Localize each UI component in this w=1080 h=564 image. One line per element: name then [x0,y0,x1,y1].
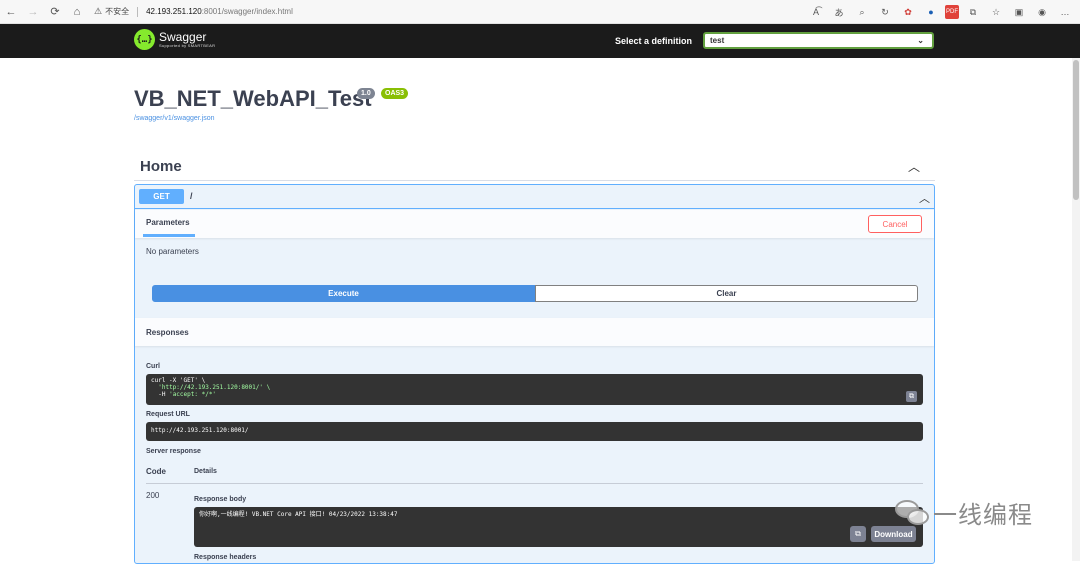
request-url-label: Request URL [146,411,190,418]
scrollbar-thumb[interactable] [1073,60,1079,200]
curl-code-block[interactable]: curl -X 'GET' \ 'http://42.193.251.120:8… [146,374,923,405]
address-bar[interactable]: ⚠ 不安全 42.193.251.120 :8001/swagger/index… [94,3,293,21]
read-aloud-icon[interactable]: A͡ [807,3,825,21]
curl-line-3-flag: -H [158,391,170,398]
swagger-logo-subtitle: Supported by SMARTBEAR [159,43,216,48]
response-body-text: 你好啊,一线编程! VB.NET Core API 接口! 04/23/2022… [199,511,398,518]
swagger-topbar: {…} Swagger Supported by SMARTBEAR Selec… [0,24,1080,58]
clear-button[interactable]: Clear [535,285,918,302]
extension-icon[interactable]: ⧉ [964,3,982,21]
no-parameters-text: No parameters [146,247,199,256]
curl-line-2: 'http://42.193.251.120:8001/' \ [158,384,271,391]
opblock-summary[interactable]: GET / ︿ [135,185,934,209]
response-body-label: Response body [194,496,247,503]
tab-underline [143,234,195,237]
select-definition-label: Select a definition [615,36,693,46]
response-headers-label: Response headers [194,554,257,561]
method-badge[interactable]: GET [139,189,184,204]
browser-toolbar: ← → ⟳ ⌂ ⚠ 不安全 42.193.251.120 :8001/swagg… [0,0,1080,24]
tag-divider [134,180,935,181]
column-header-details: Details [194,468,217,475]
responses-section-header: Responses [135,318,934,346]
zoom-icon[interactable]: ⌕ [853,3,871,21]
request-url-value: http://42.193.251.120:8001/ [151,427,249,434]
url-path: :8001/swagger/index.html [201,7,293,16]
forward-icon[interactable]: → [22,2,44,22]
url-host: 42.193.251.120 [146,7,202,16]
operation-path[interactable]: / [190,191,193,201]
wechat-watermark: 一线编程 [893,495,1033,530]
swagger-logo-title: Swagger [159,30,207,44]
address-divider [137,6,139,17]
table-header-divider [146,483,923,484]
chevron-up-icon[interactable]: ︿ [908,158,920,175]
curl-label: Curl [146,363,160,370]
response-status-code: 200 [146,491,160,500]
parameters-section-header: Parameters Cancel [135,210,934,238]
copy-icon[interactable]: ⧉ [906,391,917,402]
definition-select[interactable]: test ⌄ [703,32,934,49]
version-badge: 1.0 [357,88,375,99]
server-response-label: Server response [146,448,201,455]
collections-icon[interactable]: ▣ [1010,3,1028,21]
opblock-get-root: GET / ︿ Parameters Cancel No parameters … [134,184,935,564]
extension-red-icon[interactable]: ✿ [899,3,917,21]
home-icon[interactable]: ⌂ [66,2,88,22]
tab-parameters[interactable]: Parameters [146,218,190,227]
favorites-icon[interactable]: ☆ [987,3,1005,21]
oas-badge: OAS3 [381,88,409,99]
refresh-page-icon[interactable]: ↻ [876,3,894,21]
swagger-logo[interactable]: {…} Swagger Supported by SMARTBEAR [134,29,215,50]
warning-icon[interactable]: ⚠ [94,6,102,17]
profile-icon[interactable]: ◉ [1033,3,1051,21]
insecure-label[interactable]: 不安全 [105,6,129,17]
tag-title-home[interactable]: Home [140,158,182,175]
more-icon[interactable]: … [1056,3,1074,21]
reload-icon[interactable]: ⟳ [44,2,66,22]
wechat-icon [893,496,933,530]
response-body-block[interactable]: 你好啊,一线编程! VB.NET Core API 接口! 04/23/2022… [194,507,923,547]
request-url-block[interactable]: http://42.193.251.120:8001/ [146,422,923,441]
execute-button[interactable]: Execute [152,285,535,302]
execute-wrapper: Execute Clear [152,285,918,302]
back-icon[interactable]: ← [0,2,22,22]
watermark-text: 一线编程 [933,501,1033,529]
curl-line-1: curl -X 'GET' \ [151,377,206,384]
page-scrollbar[interactable] [1072,58,1080,561]
responses-title: Responses [146,328,189,337]
browser-extensions: A͡ あ ⌕ ↻ ✿ ● PDF ⧉ ☆ ▣ ◉ … [807,3,1074,21]
curl-line-3-string: 'accept: */*' [169,391,217,398]
pdf-icon[interactable]: PDF [945,5,959,19]
chevron-down-icon: ⌄ [917,36,924,45]
collapse-chevron-icon[interactable]: ︿ [919,190,930,206]
copy-response-icon[interactable]: ⧉ [850,526,866,542]
swagger-logo-icon: {…} [134,29,155,50]
cancel-button[interactable]: Cancel [868,215,922,233]
column-header-code: Code [146,467,166,476]
definition-select-value: test [710,36,725,45]
translate-icon[interactable]: あ [830,3,848,21]
swagger-json-link[interactable]: /swagger/v1/swagger.json [134,115,215,122]
extension-blue-icon[interactable]: ● [922,3,940,21]
api-title: VB_NET_WebAPI_Test [134,86,372,111]
